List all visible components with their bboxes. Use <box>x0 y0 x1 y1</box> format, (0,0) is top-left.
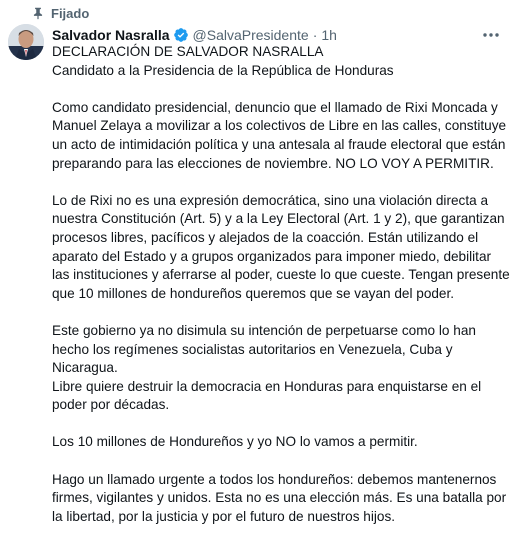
text-line: que 10 millones de hondureños queremos q… <box>52 285 455 301</box>
text-line: la libertad, por la justicia y por el fu… <box>52 508 396 524</box>
text-line: procesos libres, pacíficos y alejados de… <box>52 229 479 245</box>
text-line: preparando para las elecciones de noviem… <box>52 155 494 171</box>
paragraph: Como candidato presidencial, denuncio qu… <box>52 99 508 173</box>
paragraph: Lo de Rixi no es una expresión democráti… <box>52 192 510 304</box>
tweet[interactable]: Fijado Salvador Nasralla @SalvaPresident… <box>0 0 512 524</box>
text-line: Manuel Zelaya a movilizar a los colectiv… <box>52 118 507 134</box>
text-line: Nicaragua. <box>52 360 118 376</box>
text-line: un acto de intimidación política y una a… <box>52 136 506 152</box>
text-line: Lo de Rixi no es una expresión democráti… <box>52 192 489 208</box>
avatar[interactable] <box>8 24 44 60</box>
verified-badge-icon <box>173 28 188 42</box>
text-line: poder por décadas. <box>52 397 170 413</box>
paragraph: Hago un llamado urgente a todos los hond… <box>52 471 508 527</box>
declaration-heading: DECLARACIÓN DE SALVADOR NASRALLA Candida… <box>52 43 508 80</box>
text-line: firmes, vigilantes y unidos. Esta no es … <box>52 490 507 506</box>
more-options-button[interactable] <box>480 26 502 44</box>
text-line: hecho los regímenes socialistas autorita… <box>52 341 453 357</box>
text-line: nuestra Constitución (Art. 5) y a la Ley… <box>52 211 505 227</box>
text-line: Libre quiere destruir la democracia en H… <box>52 378 482 394</box>
tweet-timestamp[interactable]: 1h <box>321 27 337 43</box>
text-line: Candidato a la Presidencia de la Repúbli… <box>52 62 394 78</box>
tweet-header: Salvador Nasralla @SalvaPresidente · 1h <box>52 25 472 45</box>
paragraph: Los 10 millones de Hondureños y yo NO lo… <box>52 433 508 452</box>
text-line: Como candidato presidencial, denuncio qu… <box>52 99 498 115</box>
tweet-text: DECLARACIÓN DE SALVADOR NASRALLA Candida… <box>52 43 510 545</box>
text-line: Este gobierno ya no disimula su intenció… <box>52 322 476 338</box>
paragraph: Este gobierno ya no disimula su intenció… <box>52 322 508 415</box>
text-line: Hago un llamado urgente a todos los hond… <box>52 471 497 487</box>
author-handle[interactable]: @SalvaPresidente <box>193 27 309 43</box>
text-line: aparato del Estado y a grupos organizado… <box>52 248 492 264</box>
text-line: las instituciones y aferrarse al poder, … <box>52 267 510 283</box>
more-horizontal-icon <box>483 33 499 37</box>
text-line: DECLARACIÓN DE SALVADOR NASRALLA <box>52 44 324 59</box>
pinned-indicator: Fijado <box>31 3 89 23</box>
separator-dot: · <box>312 27 318 43</box>
pinned-label: Fijado <box>51 5 90 21</box>
pin-icon <box>33 7 43 20</box>
text-line: Los 10 millones de Hondureños y yo NO lo… <box>52 434 418 450</box>
avatar-image <box>8 24 44 60</box>
author-name[interactable]: Salvador Nasralla <box>52 27 170 43</box>
